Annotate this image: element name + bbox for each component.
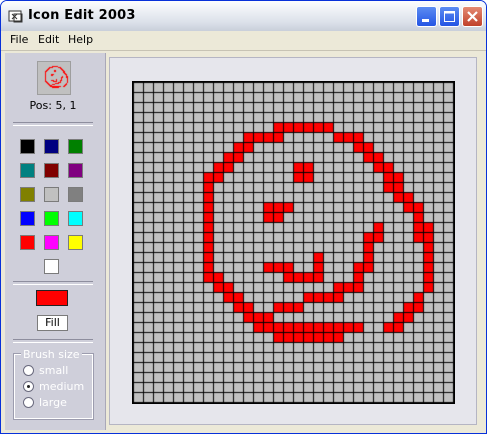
fill-button[interactable]: Fill [37, 315, 68, 331]
color-swatch[interactable] [44, 163, 59, 178]
current-color-swatch [36, 290, 68, 306]
color-swatch[interactable] [44, 259, 59, 274]
maximize-button[interactable] [439, 6, 460, 27]
app-icon [8, 9, 24, 23]
color-swatch[interactable] [44, 187, 59, 202]
close-button[interactable] [462, 6, 483, 27]
radio-button[interactable] [23, 381, 34, 392]
color-swatch[interactable] [68, 235, 83, 250]
app-window: Icon Edit 2003 File Edit Help Pos: 5, 1 … [0, 0, 487, 434]
menu-edit[interactable]: Edit [38, 33, 59, 46]
color-swatch[interactable] [68, 139, 83, 154]
radio-label: large [39, 396, 67, 409]
radio-label: small [39, 364, 69, 377]
color-swatch[interactable] [44, 235, 59, 250]
color-swatch[interactable] [20, 235, 35, 250]
window-title: Icon Edit 2003 [28, 8, 136, 23]
maximize-icon [444, 11, 455, 22]
radio-button[interactable] [23, 365, 34, 376]
minimize-icon [422, 19, 429, 22]
color-swatch[interactable] [20, 163, 35, 178]
color-swatch[interactable] [44, 211, 59, 226]
cursor-position: Pos: 5, 1 [29, 99, 77, 112]
color-swatch[interactable] [20, 139, 35, 154]
color-swatch[interactable] [68, 211, 83, 226]
title-bar[interactable]: Icon Edit 2003 [1, 1, 486, 31]
divider [13, 281, 93, 285]
minimize-button[interactable] [416, 6, 437, 27]
icon-preview [37, 61, 71, 95]
pixel-grid[interactable] [132, 81, 455, 404]
radio-button[interactable] [23, 397, 34, 408]
color-swatch[interactable] [68, 163, 83, 178]
radio-label: medium [39, 380, 85, 393]
color-swatch[interactable] [44, 139, 59, 154]
color-swatch[interactable] [20, 211, 35, 226]
menu-bar: File Edit Help [1, 31, 486, 51]
divider [13, 339, 93, 343]
color-swatch[interactable] [20, 187, 35, 202]
divider [13, 122, 93, 126]
close-icon [467, 11, 478, 22]
brush-size-legend: Brush size [21, 348, 82, 361]
menu-help[interactable]: Help [68, 33, 93, 46]
menu-file[interactable]: File [10, 33, 28, 46]
color-swatch[interactable] [68, 187, 83, 202]
